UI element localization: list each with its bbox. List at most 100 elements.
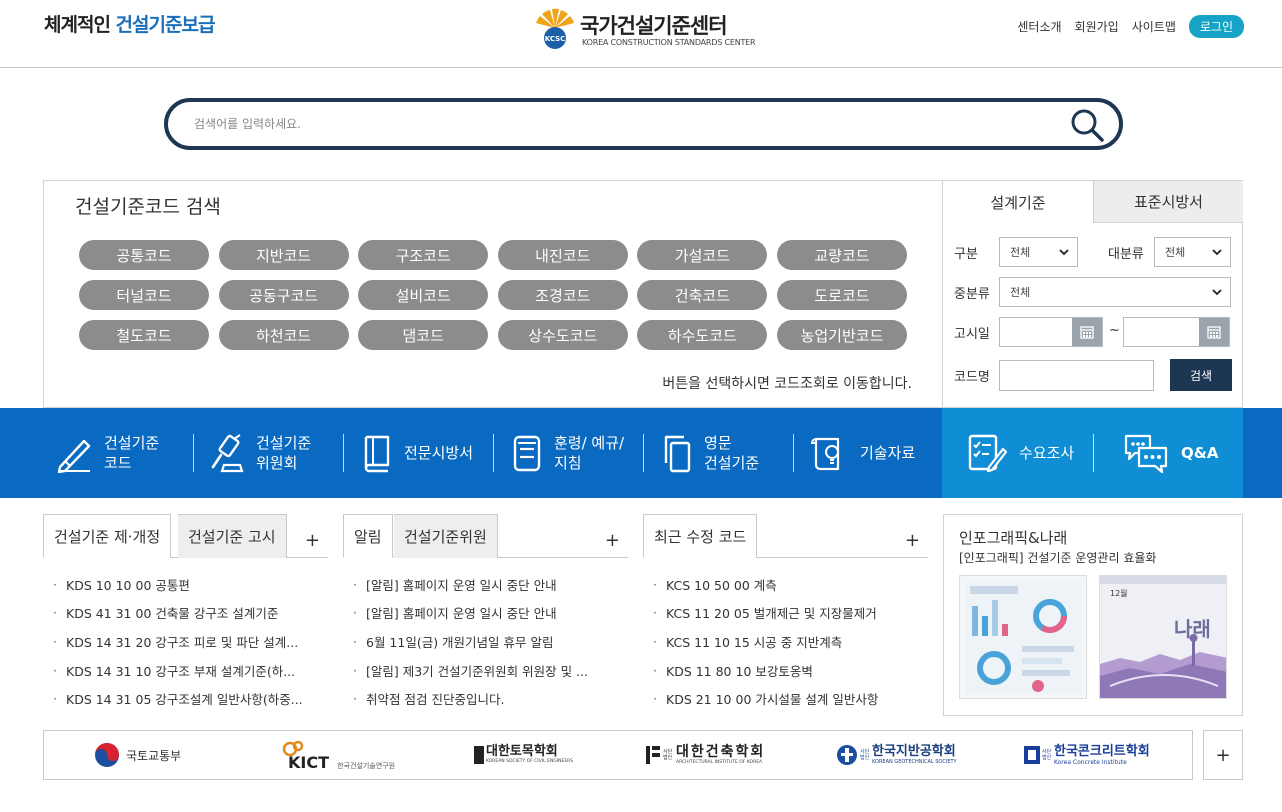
code-button-seismic[interactable]: 내진코드 — [497, 240, 628, 270]
code-button-structure[interactable]: 구조코드 — [358, 240, 489, 270]
code-button-ground[interactable]: 지반코드 — [218, 240, 349, 270]
menu-committee[interactable]: 건설기준 위원회 — [210, 408, 311, 498]
list-item[interactable]: · KCS 11 10 15 시공 중 지반계측 — [653, 627, 918, 656]
tab-announcement[interactable]: 알림 — [343, 514, 393, 558]
tab-recent-codes[interactable]: 최근 수정 코드 — [643, 514, 758, 558]
code-button-agriculture[interactable]: 농업기반코드 — [776, 320, 907, 350]
partner-ksce[interactable]: 대한토목학회 KOREAN SOCIETY OF CIVIL ENGINEERS — [474, 731, 573, 779]
survey-icon — [968, 434, 1007, 473]
search-input[interactable] — [194, 113, 1034, 135]
list-item[interactable]: · KDS 14 31 20 강구조 피로 및 파단 설계... — [53, 627, 318, 656]
tab-standard-spec[interactable]: 표준시방서 — [1093, 181, 1243, 223]
partner-aik[interactable]: 사단법인 대한건축학회 ARCHITECTURAL INSTITUTE OF K… — [646, 731, 765, 779]
document-icon — [513, 435, 541, 472]
search-button[interactable] — [1069, 107, 1105, 143]
tab-committee-member[interactable]: 건설기준위원 — [394, 514, 498, 558]
util-link-about[interactable]: 센터소개 — [1017, 18, 1061, 35]
menu-item-line1: 건설기준 — [104, 434, 160, 452]
list-item[interactable]: · KDS 14 31 05 강구조설계 일반사항(하중... — [53, 684, 318, 713]
kci-logo-icon — [1024, 746, 1040, 764]
list-item[interactable]: · 6월 11일(금) 개원기념일 휴무 알림 — [353, 627, 618, 656]
search-bar — [164, 98, 1123, 150]
menu-directive[interactable]: 훈령/ 예규/ 지침 — [512, 408, 624, 498]
copy-icon — [664, 435, 691, 473]
select-daebun[interactable]: 전체 — [1154, 237, 1231, 267]
board-tabs: 알림 건설기준위원 + — [343, 514, 628, 558]
partner-kict[interactable]: KICT 한국건설기술연구원 — [272, 731, 395, 779]
aik-logo-icon — [646, 746, 660, 764]
tab-notice[interactable]: 건설기준 고시 — [178, 514, 287, 558]
partner-kci[interactable]: 사단법인 한국콘크리트학회 Korea Concrete Institute — [1024, 731, 1150, 779]
chevron-down-icon — [1059, 249, 1069, 256]
menu-survey[interactable]: 수요조사 — [967, 408, 1074, 498]
more-button[interactable]: + — [305, 530, 320, 551]
calendar-icon[interactable] — [1199, 318, 1229, 346]
code-button-river[interactable]: 하천코드 — [218, 320, 349, 350]
menu-divider — [493, 434, 494, 472]
code-button-railway[interactable]: 철도코드 — [79, 320, 209, 350]
list-item[interactable]: · KDS 14 31 10 강구조 부재 설계기준(하... — [53, 656, 318, 685]
date-to-input[interactable] — [1123, 317, 1230, 347]
menu-construction-code[interactable]: 건설기준 코드 — [56, 408, 159, 498]
quick-menu-band: 건설기준 코드 건설기준 위원회 전문시방서 훈령/ 예규/ 지침 영문 건설기… — [0, 408, 1282, 498]
code-button-dam[interactable]: 댐코드 — [358, 320, 489, 350]
infographic-thumbnail[interactable] — [959, 575, 1087, 699]
label-gubun: 구분 — [954, 247, 978, 262]
filter-search-button[interactable]: 검색 — [1170, 359, 1232, 391]
more-button[interactable]: + — [605, 530, 620, 551]
site-logo[interactable]: KCSC 국가건설기준센터 KOREA CONSTRUCTION STANDAR… — [534, 8, 774, 54]
code-button-temporary[interactable]: 가설코드 — [637, 240, 768, 270]
label-jungbun: 중분류 — [954, 287, 990, 302]
list-item[interactable]: · [알림] 홈페이지 운영 일시 중단 안내 — [353, 570, 618, 599]
code-button-utility-tunnel[interactable]: 공동구코드 — [218, 280, 349, 310]
menu-special-spec[interactable]: 전문시방서 — [362, 408, 473, 498]
menu-english-standard[interactable]: 영문 건설기준 — [662, 408, 759, 498]
board-announcements: 알림 건설기준위원 + · [알림] 홈페이지 운영 일시 중단 안내 · [알림]… — [343, 514, 628, 710]
partner-ksce-name: 대한토목학회 — [486, 744, 558, 759]
list-item[interactable]: · KCS 11 20 05 벌개제근 및 지장물제거 — [653, 599, 918, 628]
code-button-tunnel[interactable]: 터널코드 — [79, 280, 209, 310]
code-button-common[interactable]: 공통코드 — [79, 240, 209, 270]
filter-panel: 설계기준 표준시방서 구분 전체 대분류 전체 중분류 전체 고시일 ~ 코드명… — [942, 180, 1243, 408]
partner-molit[interactable]: 국토교통부 — [94, 731, 181, 779]
list-item[interactable]: · [알림] 제3기 건설기준위원회 위원장 및 ... — [353, 656, 618, 685]
util-link-signup[interactable]: 회원가입 — [1075, 18, 1119, 35]
menu-divider — [1093, 434, 1094, 472]
more-button[interactable]: + — [905, 530, 920, 551]
magazine-thumbnail[interactable]: 12월 나래 — [1099, 575, 1227, 699]
list-item[interactable]: · KDS 10 10 00 공통편 — [53, 570, 318, 599]
search-icon — [1071, 109, 1104, 142]
menu-qna[interactable]: Q&A — [1123, 408, 1218, 498]
partner-kgs-sub: KOREAN GEOTECHNICAL SOCIETY — [872, 759, 957, 765]
list-item[interactable]: · 취약점 점검 진단중입니다. — [353, 684, 618, 713]
list-item[interactable]: · KDS 21 10 00 가시설물 설계 일반사항 — [653, 684, 918, 713]
partner-aik-name: 대한건축학회 — [676, 743, 766, 760]
select-jungbun[interactable]: 전체 — [999, 277, 1231, 307]
calendar-icon[interactable] — [1072, 318, 1102, 346]
list-item[interactable]: · KCS 10 50 00 계측 — [653, 570, 918, 599]
code-button-sewer[interactable]: 하수도코드 — [637, 320, 768, 350]
code-button-water-supply[interactable]: 상수도코드 — [497, 320, 628, 350]
select-gubun[interactable]: 전체 — [999, 237, 1078, 267]
board-recent-codes: 최근 수정 코드 + · KCS 10 50 00 계측 · KCS 11 20 0… — [643, 514, 928, 710]
partner-more-button[interactable]: + — [1203, 730, 1243, 780]
code-button-building[interactable]: 건축코드 — [637, 280, 768, 310]
list-item[interactable]: · [알림] 홈페이지 운영 일시 중단 안내 — [353, 599, 618, 628]
codename-input[interactable] — [999, 360, 1154, 391]
tab-revision[interactable]: 건설기준 제·개정 — [43, 514, 172, 558]
code-button-landscape[interactable]: 조경코드 — [497, 280, 628, 310]
list-item[interactable]: · KDS 11 80 10 보강토옹벽 — [653, 656, 918, 685]
date-from-input[interactable] — [999, 317, 1103, 347]
menu-tech-data[interactable]: 기술자료 — [810, 408, 915, 498]
site-header: 체계적인 건설기준보급 KCSC 국가건설기준센터 KOREA CONSTRUC… — [0, 0, 1282, 68]
list-item[interactable]: · KDS 41 31 00 건축물 강구조 설계기준 — [53, 599, 318, 628]
code-button-road[interactable]: 도로코드 — [776, 280, 907, 310]
partner-kgs[interactable]: 사단법인 한국지반공학회 KOREAN GEOTECHNICAL SOCIETY — [836, 731, 957, 779]
code-button-facility[interactable]: 설비코드 — [358, 280, 489, 310]
tab-design-standard[interactable]: 설계기준 — [943, 181, 1093, 223]
chevron-down-icon — [1212, 289, 1222, 296]
code-button-bridge[interactable]: 교량코드 — [776, 240, 907, 270]
login-button[interactable]: 로그인 — [1188, 15, 1244, 38]
util-link-sitemap[interactable]: 사이트맵 — [1132, 18, 1176, 35]
infographic-subtitle[interactable]: [인포그래픽] 건설기준 운영관리 효율화 — [959, 549, 1156, 566]
